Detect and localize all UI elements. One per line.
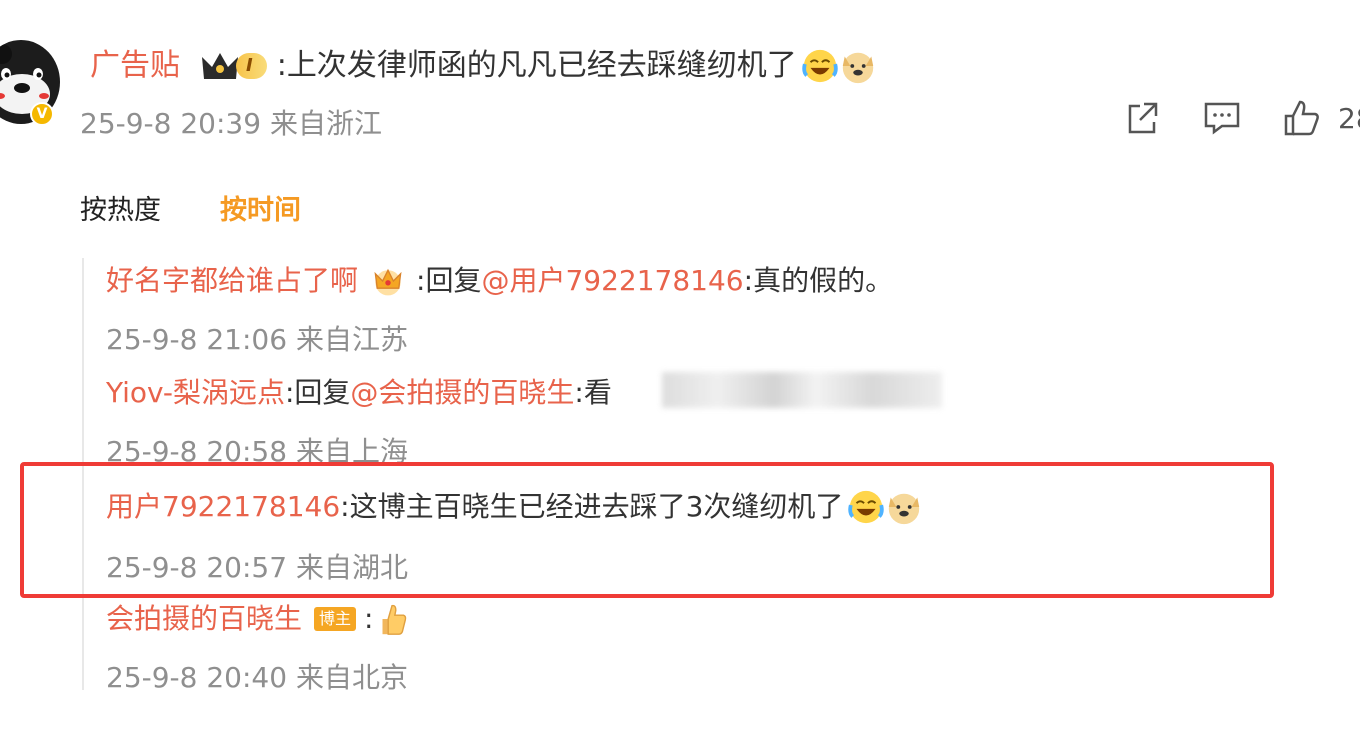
verified-badge-icon: V — [30, 102, 54, 126]
like-count: 28 — [1338, 101, 1360, 135]
reply-author[interactable]: 会拍摄的百晓生 — [106, 598, 302, 640]
reply-prefix: 回复 — [425, 264, 482, 297]
comment-icon — [1204, 102, 1240, 135]
share-icon — [1128, 102, 1158, 134]
reply-text: 看 — [583, 376, 612, 409]
reply-location: 来自江苏 — [295, 323, 408, 356]
reply-mention[interactable]: @用户7922178146 — [481, 260, 743, 302]
reply-location: 来自北京 — [295, 661, 408, 694]
tab-sort-time[interactable]: 按时间 — [220, 188, 301, 227]
reply-prefix: 回复 — [294, 376, 351, 409]
laugh-cry-emoji — [802, 49, 838, 83]
reply-meta: 25-9-8 20:40 来自北京 — [106, 656, 408, 696]
thumbs-up-emoji — [382, 604, 407, 635]
post-meta: 25-9-8 20:39 来自浙江 — [80, 102, 382, 142]
post-content-line: 广告贴 I : 上次发律师函的凡凡已经去踩缝纫机了 — [90, 44, 877, 88]
author-badge: 博主 — [314, 607, 357, 631]
like-icon — [1284, 100, 1319, 136]
reply-separator: : — [364, 602, 374, 635]
reply-colon: : — [574, 376, 584, 409]
post-text: 上次发律师函的凡凡已经去踩缝纫机了 — [286, 48, 797, 83]
post-separator: : — [276, 48, 287, 83]
comment-button[interactable] — [1202, 98, 1242, 142]
vip-level-pill: I — [236, 53, 267, 79]
share-button[interactable] — [1122, 98, 1162, 142]
list-item: 会拍摄的百晓生 博主 : — [106, 598, 411, 640]
reply-separator: : — [284, 376, 295, 409]
post-time: 25-9-8 20:39 — [80, 107, 262, 140]
vip-level-text: I — [246, 55, 253, 76]
like-button[interactable]: 28 — [1282, 98, 1360, 138]
list-item: 好名字都给谁占了啊 : 回复 @用户7922178146 : 真的假的。 — [106, 260, 893, 302]
reply-colon: : — [743, 264, 754, 297]
reply-author[interactable]: 好名字都给谁占了啊 — [106, 260, 358, 302]
reply-separator: : — [416, 264, 426, 297]
post-author[interactable]: 广告贴 — [90, 44, 180, 88]
reply-text: 真的假的。 — [753, 264, 894, 297]
reply-time: 25-9-8 20:40 — [106, 661, 288, 694]
reply-author[interactable]: Yiov-梨涡远点 — [106, 372, 285, 414]
crown-icon — [374, 268, 402, 296]
list-item: Yiov-梨涡远点 : 回复 @会拍摄的百晓生 : 看 — [106, 372, 612, 414]
reply-mention[interactable]: @会拍摄的百晓生 — [350, 372, 574, 414]
reply-meta: 25-9-8 21:06 来自江苏 — [106, 318, 408, 358]
blurred-text-mask — [662, 372, 942, 408]
doge-emoji — [842, 52, 874, 84]
crown-icon — [202, 53, 238, 79]
vip-badge: I — [200, 49, 267, 83]
highlight-box — [20, 462, 1274, 598]
post-location: 来自浙江 — [269, 107, 382, 140]
tab-sort-hot[interactable]: 按热度 — [80, 188, 161, 227]
reply-time: 25-9-8 21:06 — [106, 323, 288, 356]
